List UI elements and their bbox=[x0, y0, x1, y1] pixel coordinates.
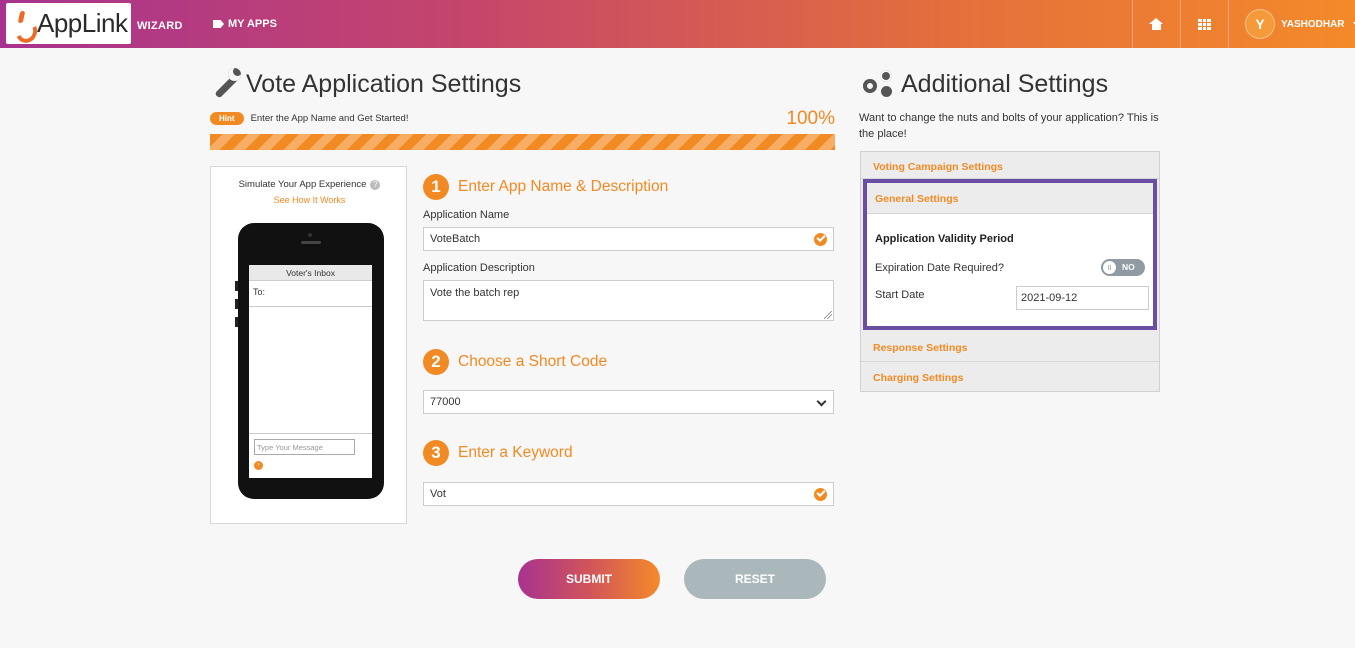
step-number: 2 bbox=[423, 349, 449, 375]
hint-badge: Hint bbox=[210, 112, 244, 125]
phone-camera bbox=[308, 233, 312, 237]
phone-mockup: Voter's Inbox To: Type Your Message › bbox=[235, 223, 384, 499]
step-number: 3 bbox=[423, 440, 449, 466]
step-1-heading: 1 Enter App Name & Description bbox=[423, 174, 668, 200]
simulator-title: Simulate Your App Experience? bbox=[211, 179, 408, 190]
start-date-label: Start Date bbox=[875, 289, 925, 301]
tag-icon bbox=[213, 20, 224, 28]
home-button[interactable] bbox=[1133, 0, 1180, 48]
app-description-value: Vote the batch rep bbox=[430, 287, 520, 299]
app-simulator: Simulate Your App Experience? See How It… bbox=[210, 166, 407, 524]
user-name: YASHODHAR bbox=[1281, 18, 1345, 30]
progress-bar bbox=[210, 134, 835, 150]
applink-logo-icon bbox=[14, 11, 32, 37]
nav-divider bbox=[1228, 0, 1229, 48]
user-menu[interactable]: Y YASHODHAR bbox=[1245, 9, 1355, 39]
step-3-heading: 3 Enter a Keyword bbox=[423, 440, 573, 466]
validity-period-heading: Application Validity Period bbox=[875, 233, 1014, 245]
app-name-input[interactable]: VoteBatch bbox=[423, 227, 834, 251]
step-number: 1 bbox=[423, 174, 449, 200]
hint-row: Hint Enter the App Name and Get Started! bbox=[210, 112, 408, 125]
page-title-text: Vote Application Settings bbox=[246, 69, 522, 98]
additional-settings-title: Additional Settings bbox=[859, 68, 1108, 100]
progress-percentage: 100% bbox=[786, 108, 835, 129]
chevron-down-icon bbox=[816, 396, 827, 407]
applink-logo[interactable]: AppLink bbox=[6, 3, 131, 44]
voting-campaign-settings-tab[interactable]: Voting Campaign Settings bbox=[861, 152, 1159, 179]
check-circle-icon bbox=[814, 233, 827, 246]
app-description-label: Application Description bbox=[423, 262, 535, 274]
app-name-label: Application Name bbox=[423, 209, 510, 221]
check-circle-icon bbox=[814, 488, 827, 501]
wizard-label: WIZARD bbox=[137, 20, 183, 32]
step-title: Enter App Name & Description bbox=[458, 178, 669, 195]
apps-grid-button[interactable] bbox=[1181, 0, 1228, 48]
voters-inbox-header: Voter's Inbox bbox=[249, 265, 372, 281]
charging-settings-tab[interactable]: Charging Settings bbox=[861, 363, 1159, 392]
app-description-input[interactable]: Vote the batch rep bbox=[423, 280, 834, 321]
step-title: Enter a Keyword bbox=[458, 444, 573, 461]
message-input[interactable]: Type Your Message bbox=[254, 439, 355, 455]
resize-handle-icon[interactable] bbox=[824, 311, 832, 319]
logo-text: AppLink bbox=[37, 8, 128, 38]
phone-side-button bbox=[235, 299, 238, 309]
app-name-value: VoteBatch bbox=[430, 233, 481, 245]
start-date-input[interactable]: 2021-09-12 bbox=[1016, 286, 1149, 310]
short-code-select[interactable]: 77000 bbox=[423, 390, 834, 414]
my-apps-link[interactable]: MY APPS bbox=[213, 18, 277, 30]
grid-icon bbox=[1198, 18, 1211, 30]
phone-speaker bbox=[301, 241, 321, 244]
gears-icon bbox=[859, 68, 897, 100]
toggle-label: NO bbox=[1122, 262, 1135, 272]
compose-divider bbox=[249, 433, 372, 434]
general-settings-tab[interactable]: General Settings bbox=[867, 183, 1153, 214]
top-navbar: AppLink WIZARD MY APPS Y YASHODHAR bbox=[0, 0, 1355, 48]
avatar: Y bbox=[1245, 9, 1275, 39]
short-code-value: 77000 bbox=[430, 396, 461, 408]
toggle-knob bbox=[1103, 261, 1116, 274]
additional-settings-description: Want to change the nuts and bolts of you… bbox=[859, 112, 1159, 140]
settings-accordion: Voting Campaign Settings General Setting… bbox=[860, 151, 1160, 392]
my-apps-label: MY APPS bbox=[228, 18, 277, 30]
submit-button[interactable]: SUBMIT bbox=[518, 559, 660, 599]
hint-text: Enter the App Name and Get Started! bbox=[250, 113, 409, 124]
step-2-heading: 2 Choose a Short Code bbox=[423, 349, 607, 375]
wrench-icon bbox=[210, 68, 242, 100]
step-title: Choose a Short Code bbox=[458, 353, 608, 370]
simulator-title-text: Simulate Your App Experience bbox=[238, 179, 367, 190]
see-how-it-works-link[interactable]: See How It Works bbox=[211, 195, 408, 205]
phone-side-button bbox=[235, 281, 238, 291]
phone-screen: Voter's Inbox To: Type Your Message › bbox=[249, 265, 372, 478]
response-settings-tab[interactable]: Response Settings bbox=[861, 333, 1159, 362]
to-field: To: bbox=[249, 281, 372, 307]
general-settings-panel: General Settings Application Validity Pe… bbox=[863, 179, 1157, 330]
expiration-toggle[interactable]: NO bbox=[1101, 259, 1145, 276]
expiration-date-label: Expiration Date Required? bbox=[875, 262, 1005, 274]
phone-side-button bbox=[235, 317, 238, 327]
send-icon[interactable]: › bbox=[254, 461, 263, 470]
reset-button[interactable]: RESET bbox=[684, 559, 826, 599]
help-icon[interactable]: ? bbox=[370, 180, 381, 190]
additional-settings-title-text: Additional Settings bbox=[901, 69, 1109, 98]
home-icon bbox=[1149, 18, 1163, 30]
keyword-input[interactable]: Vot bbox=[423, 482, 834, 506]
keyword-value: Vot bbox=[430, 488, 446, 500]
page-title: Vote Application Settings bbox=[210, 68, 521, 100]
